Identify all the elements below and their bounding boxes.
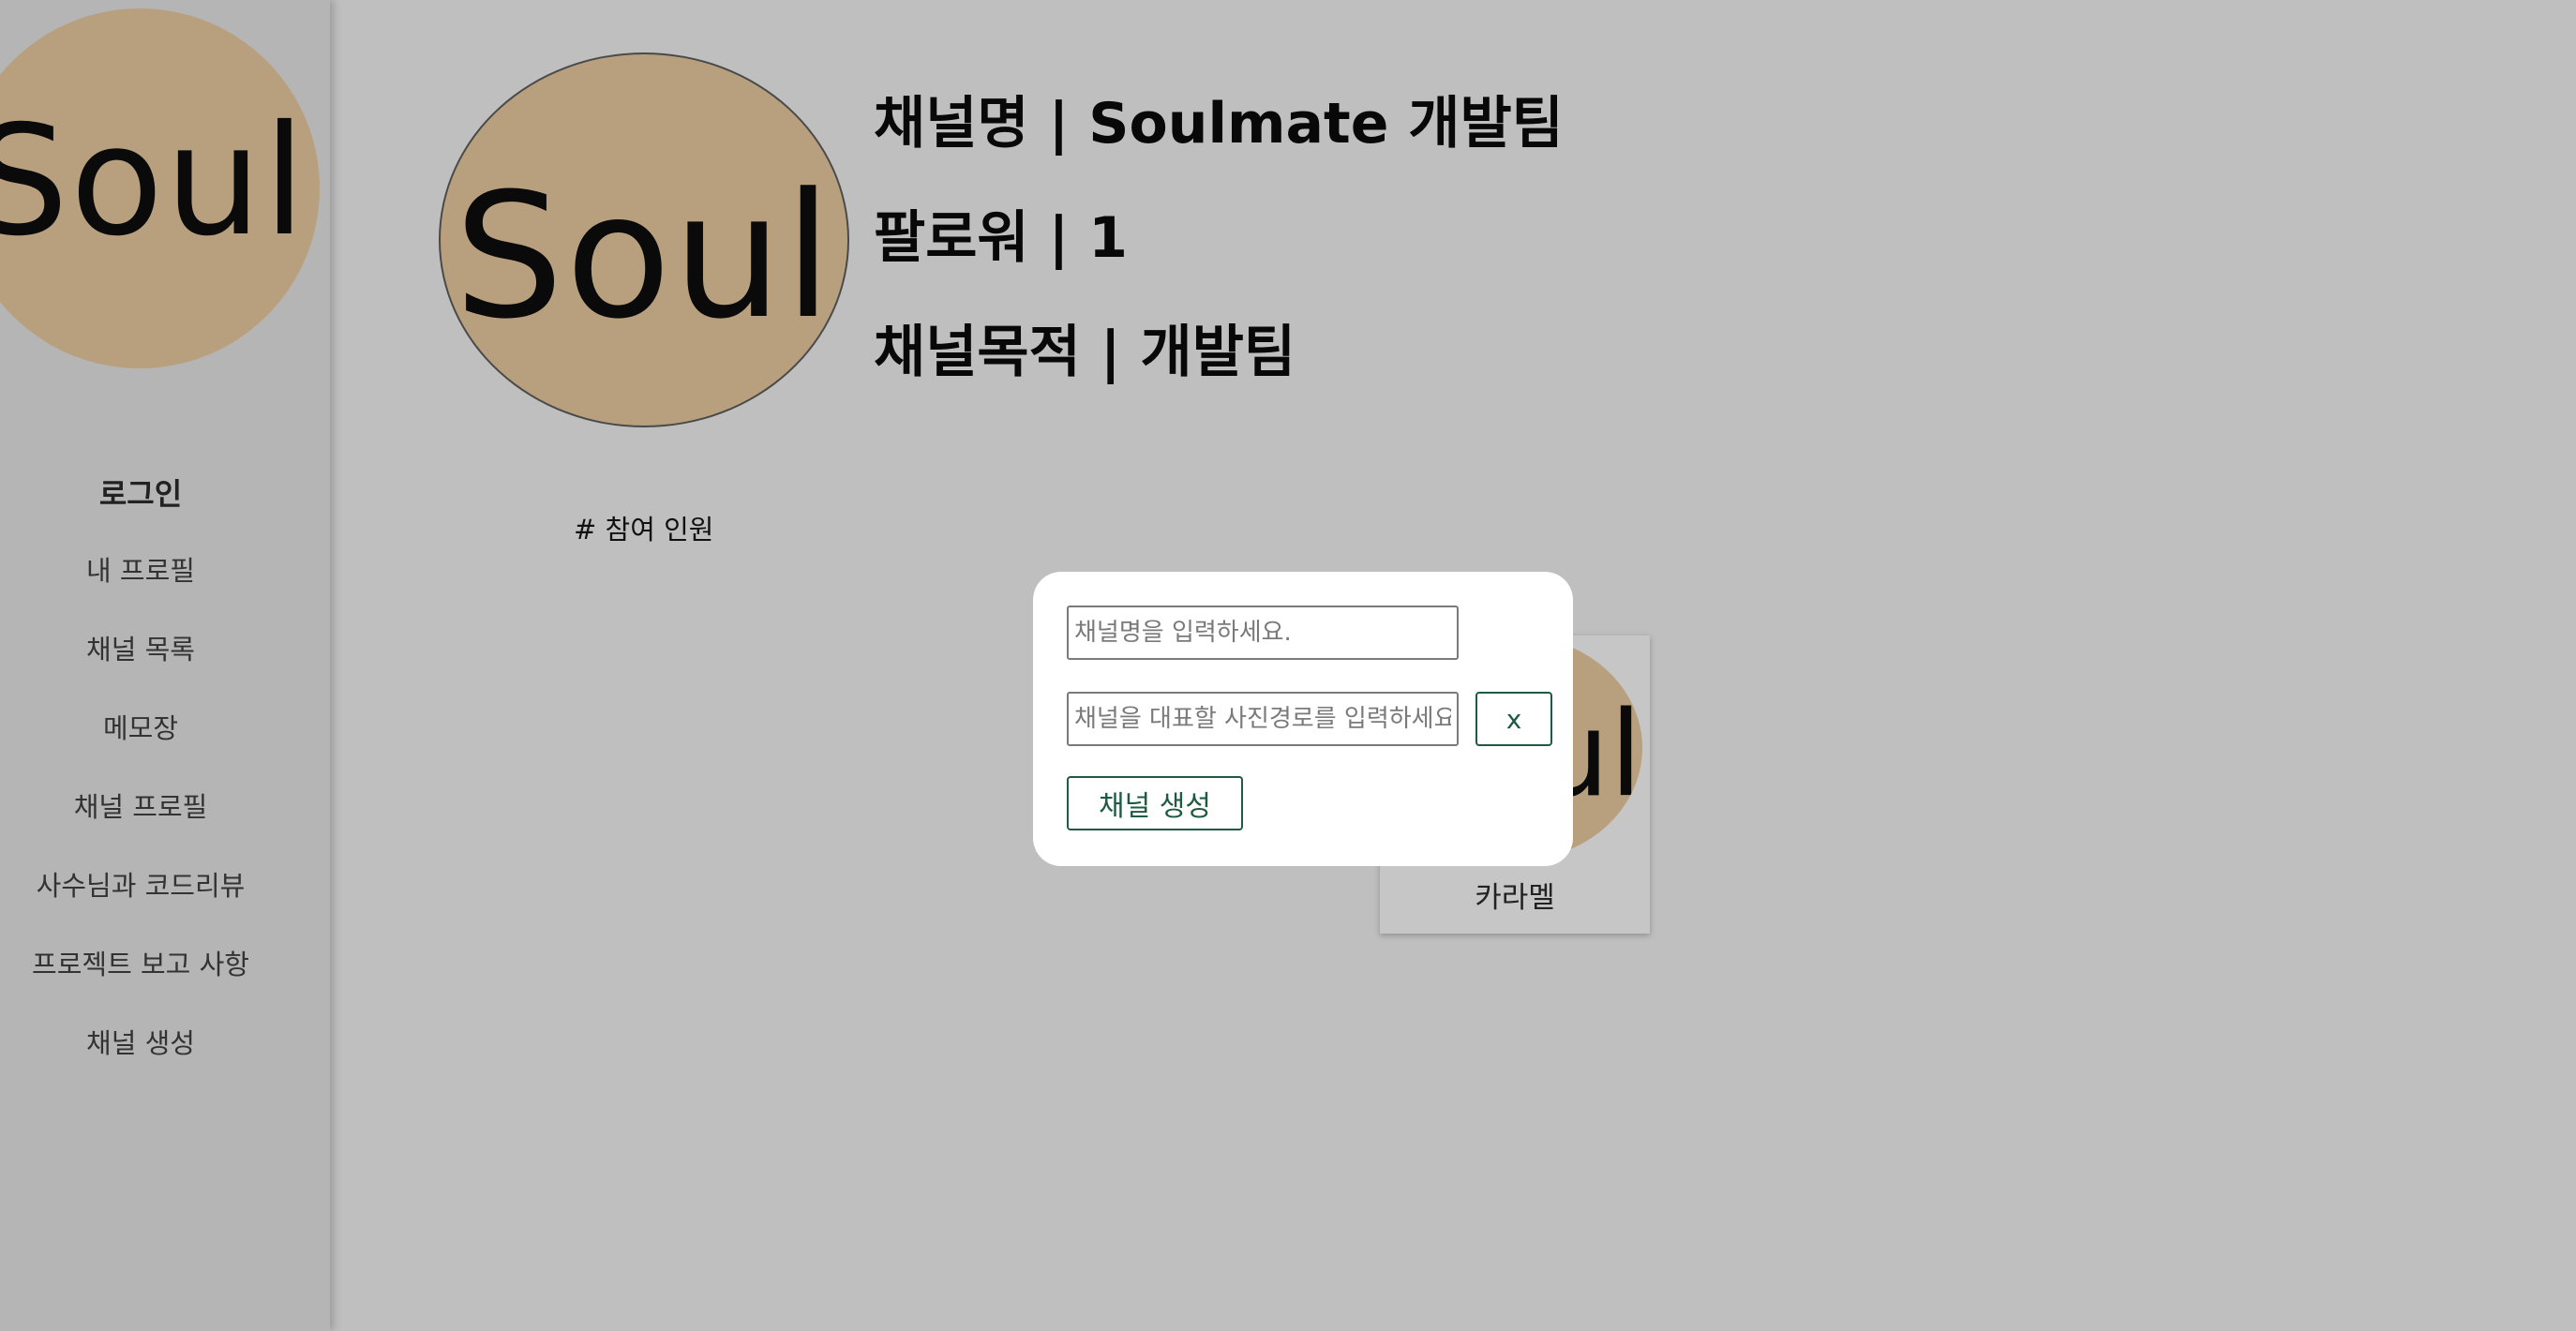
channel-info: 채널명 | Soulmate 개발팀 팔로워 | 1 채널목적 | 개발팀 [874,86,1564,429]
channel-avatar: Soul [439,52,849,427]
sidebar-item-login[interactable]: 로그인 [0,466,281,522]
sidebar: Soul 로그인 내 프로필 채널 목록 메모장 채널 프로필 사수님과 코드리… [0,0,330,1331]
create-channel-button[interactable]: 채널 생성 [1067,776,1243,830]
channel-purpose: 채널목적 | 개발팀 [874,320,1296,385]
sidebar-logo[interactable]: Soul [0,8,320,368]
sidebar-item-code-review[interactable]: 사수님과 코드리뷰 [0,846,281,925]
channel-name-input[interactable] [1067,606,1459,660]
sidebar-item-channel-profile[interactable]: 채널 프로필 [0,768,281,846]
channel-avatar-text: Soul [454,157,834,357]
create-channel-modal: x 채널 생성 [1033,572,1573,866]
channel-followers: 팔로워 | 1 [874,205,1129,271]
channel-name: 채널명 | Soulmate 개발팀 [874,91,1564,157]
close-modal-button[interactable]: x [1475,692,1552,746]
member-name: 카라멜 [1475,881,1555,915]
sidebar-logo-text: Soul [0,94,307,270]
sidebar-item-memo[interactable]: 메모장 [0,689,281,768]
channel-photo-path-input[interactable] [1067,692,1459,746]
sidebar-item-channel-list[interactable]: 채널 목록 [0,610,281,689]
sidebar-nav: 로그인 내 프로필 채널 목록 메모장 채널 프로필 사수님과 코드리뷰 프로젝… [0,466,281,1083]
sidebar-item-project-report[interactable]: 프로젝트 보고 사항 [0,925,281,1004]
members-section-label: # 참여 인원 [574,514,714,546]
sidebar-item-my-profile[interactable]: 내 프로필 [0,531,281,610]
sidebar-item-create-channel[interactable]: 채널 생성 [0,1004,281,1083]
